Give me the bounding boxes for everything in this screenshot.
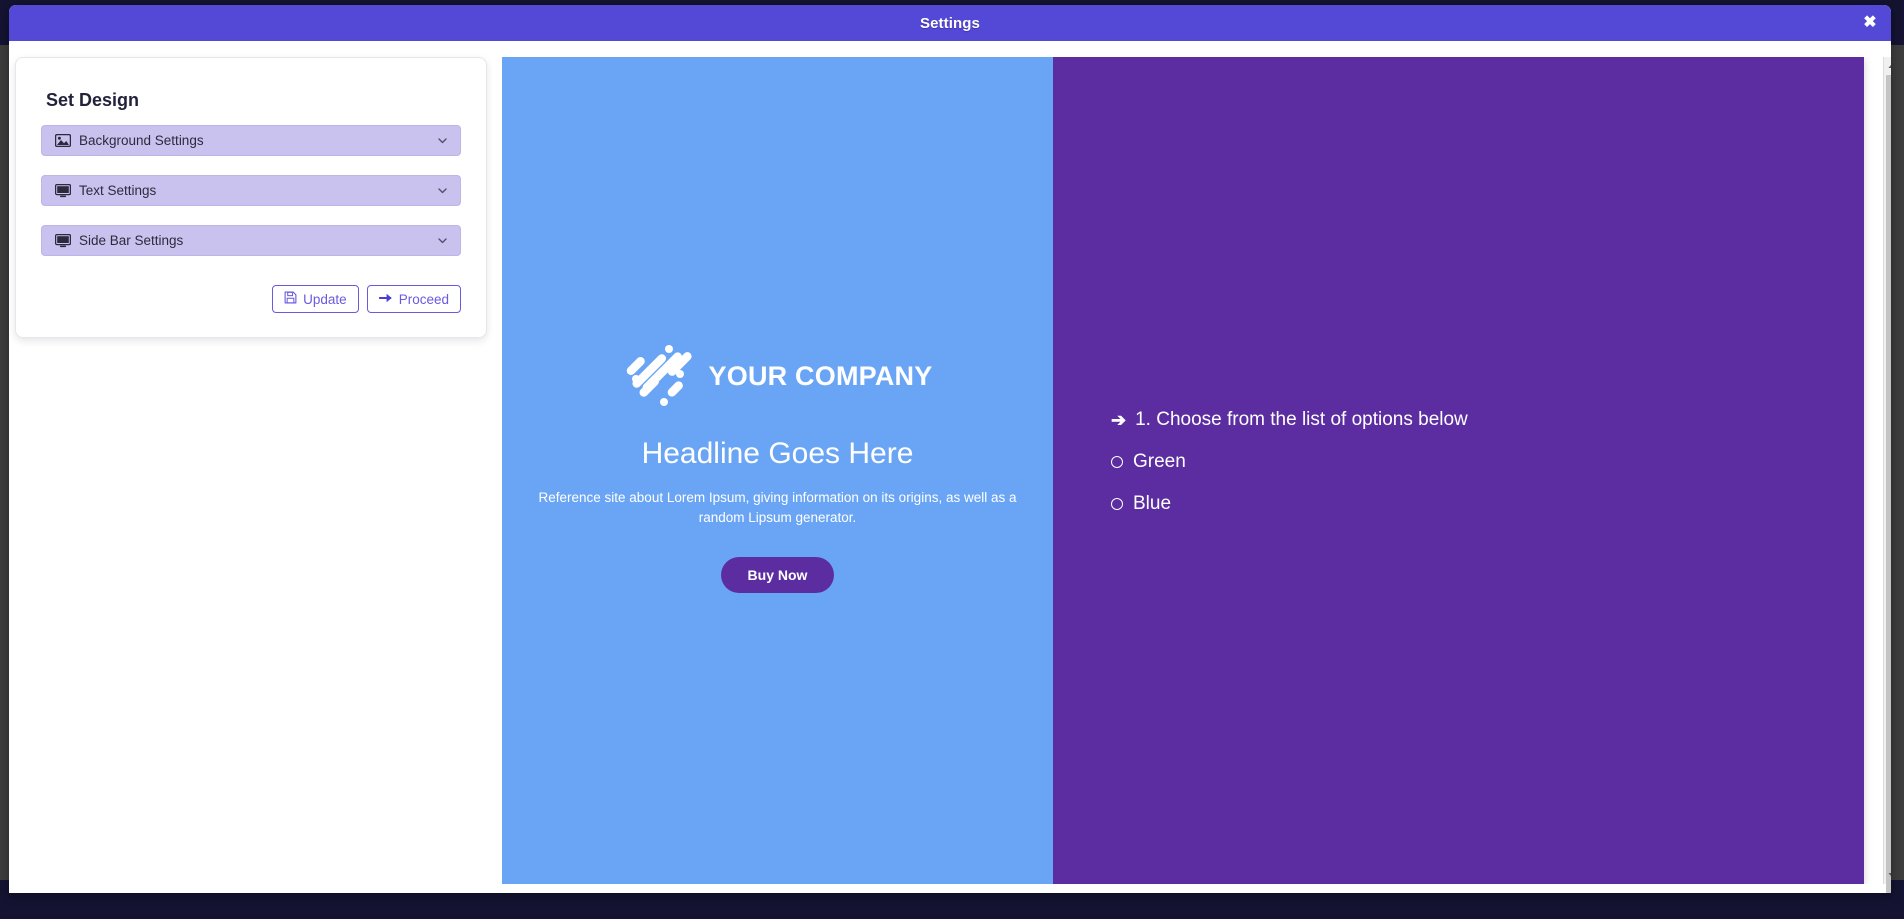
question-block: ➔ 1. Choose from the list of options bel… — [1111, 409, 1751, 535]
arrow-right-icon — [378, 292, 393, 307]
accordion-text-settings[interactable]: Text Settings — [41, 175, 461, 206]
accordion-label: Text Settings — [79, 183, 157, 198]
desktop-icon — [54, 233, 71, 248]
update-button-label: Update — [303, 291, 347, 307]
hero-headline: Headline Goes Here — [641, 437, 914, 470]
company-name: YOUR COMPANY — [708, 360, 933, 391]
update-button[interactable]: Update — [272, 285, 359, 313]
radio-label: Blue — [1133, 493, 1172, 514]
window-titlebar: Settings ✖ — [9, 5, 1891, 41]
set-design-card: Set Design Background Settings Text Sett… — [15, 57, 487, 338]
preview-canvas: YOUR COMPANY Headline Goes Here Referenc… — [502, 57, 1864, 884]
brand-lockup: YOUR COMPANY — [623, 341, 933, 411]
close-icon[interactable]: ✖ — [1859, 12, 1881, 34]
radio-circle-icon[interactable] — [1111, 498, 1123, 510]
chevron-down-icon — [436, 184, 449, 197]
company-logo-icon — [623, 341, 693, 411]
scroll-up-arrow-icon[interactable] — [1884, 57, 1891, 74]
radio-circle-icon[interactable] — [1111, 456, 1123, 468]
accordion-label: Background Settings — [79, 133, 204, 148]
chevron-down-icon — [436, 134, 449, 147]
options-panel: ➔ 1. Choose from the list of options bel… — [1053, 57, 1864, 884]
question-text: 1. Choose from the list of options below — [1135, 409, 1468, 430]
question-row: ➔ 1. Choose from the list of options bel… — [1111, 409, 1751, 431]
scroll-down-arrow-icon[interactable] — [1884, 867, 1891, 884]
window-body: Set Design Background Settings Text Sett… — [9, 41, 1891, 893]
save-icon — [284, 291, 297, 307]
chevron-down-icon — [436, 234, 449, 247]
hero-panel: YOUR COMPANY Headline Goes Here Referenc… — [502, 57, 1053, 884]
page-title: Set Design — [46, 90, 140, 110]
arrow-right-icon: ➔ — [1111, 410, 1127, 430]
background-window-right-edge — [1890, 45, 1904, 880]
radio-option-blue[interactable]: Blue — [1111, 493, 1751, 515]
accordion-label: Side Bar Settings — [79, 233, 184, 248]
preview-scroll-container: YOUR COMPANY Headline Goes Here Referenc… — [502, 57, 1883, 884]
image-icon — [54, 134, 71, 148]
buy-now-button[interactable]: Buy Now — [720, 557, 835, 594]
hero-content: YOUR COMPANY Headline Goes Here Referenc… — [502, 341, 1053, 594]
card-actions: Update Proceed — [41, 285, 461, 313]
window-title: Settings — [920, 14, 980, 32]
desktop-background: Settings ✖ Set Design Background Setting… — [0, 0, 1904, 919]
accordion-side-bar-settings[interactable]: Side Bar Settings — [41, 225, 461, 256]
desktop-icon — [54, 183, 71, 198]
proceed-button[interactable]: Proceed — [366, 285, 461, 313]
scrollbar-thumb[interactable] — [1886, 75, 1891, 893]
radio-label: Green — [1133, 451, 1186, 472]
hero-subcopy: Reference site about Lorem Ipsum, giving… — [538, 490, 1017, 525]
radio-option-green[interactable]: Green — [1111, 451, 1751, 473]
vertical-scrollbar[interactable] — [1883, 57, 1891, 893]
accordion-background-settings[interactable]: Background Settings — [41, 125, 461, 156]
settings-window: Settings ✖ Set Design Background Setting… — [9, 5, 1891, 893]
background-window-left-edge — [0, 45, 9, 880]
proceed-button-label: Proceed — [398, 291, 449, 307]
